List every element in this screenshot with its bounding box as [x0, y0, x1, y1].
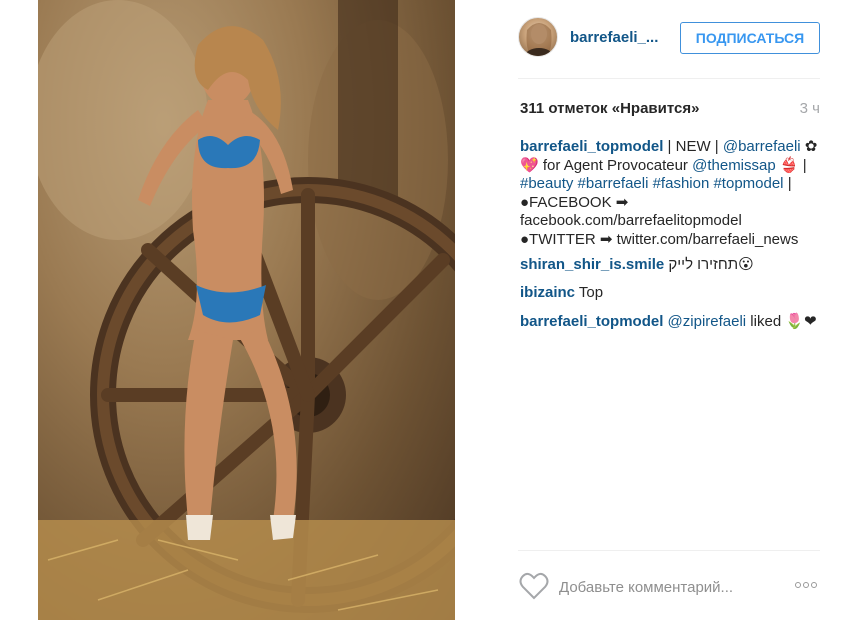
caption-text: | [783, 175, 792, 193]
comment-username[interactable]: ibizainc [520, 284, 575, 301]
comment-input[interactable] [559, 576, 779, 598]
post-panel: barrefaeli_... ПОДПИСАТЬСЯ 311 отметок «… [455, 0, 847, 620]
username-link[interactable]: barrefaeli_... [570, 29, 658, 46]
likes-count[interactable]: 311 отметок «Нравится» [520, 100, 699, 117]
header-divider [518, 78, 820, 79]
caption-text: ●FACEBOOK ➡ [520, 193, 629, 211]
caption-hashtags[interactable]: #beauty #barrefaeli #fashion #topmodel [520, 175, 784, 192]
list-item: shiran_shir_is.smile תחזירו לייק😮 [520, 256, 825, 275]
caption-flower: ✿ [800, 138, 818, 155]
list-item: ibizainc Top [520, 284, 825, 303]
caption-mention[interactable]: @barrefaeli [723, 138, 801, 155]
caption-text: | NEW | [663, 138, 723, 155]
caption-text: 👙 | [775, 156, 807, 174]
caption-mention[interactable]: @themissap [692, 157, 776, 174]
comment-text: תחזירו לייק😮 [668, 255, 754, 273]
heart-icon[interactable] [519, 572, 549, 600]
caption-text: 💖 for Agent Provocateur [520, 156, 693, 174]
post-time[interactable]: 3 ч [800, 100, 820, 117]
comment-username[interactable]: barrefaeli_topmodel [520, 313, 663, 330]
comments-list: barrefaeli_topmodel | NEW | @barrefaeli … [520, 138, 825, 337]
comment-text: liked 🌷❤ [746, 312, 817, 330]
caption-text: ●TWITTER ➡ twitter.com/barrefaeli_news [520, 230, 799, 248]
follow-button[interactable]: ПОДПИСАТЬСЯ [680, 22, 820, 54]
caption-text: facebook.com/barrefaelitopmodel [520, 212, 742, 230]
comment-text: Top [578, 284, 604, 302]
caption: barrefaeli_topmodel | NEW | @barrefaeli … [520, 138, 825, 250]
post-header: barrefaeli_... ПОДПИСАТЬСЯ [455, 0, 847, 78]
more-options-icon[interactable] [795, 576, 821, 596]
avatar[interactable] [518, 17, 558, 57]
post-footer [455, 550, 847, 620]
comment-username[interactable]: shiran_shir_is.smile [520, 256, 664, 273]
comment-mention[interactable]: @zipirefaeli [668, 313, 747, 330]
list-item: barrefaeli_topmodel @zipirefaeli liked 🌷… [520, 313, 825, 332]
caption-username[interactable]: barrefaeli_topmodel [520, 138, 663, 155]
post-photo[interactable] [38, 0, 455, 620]
